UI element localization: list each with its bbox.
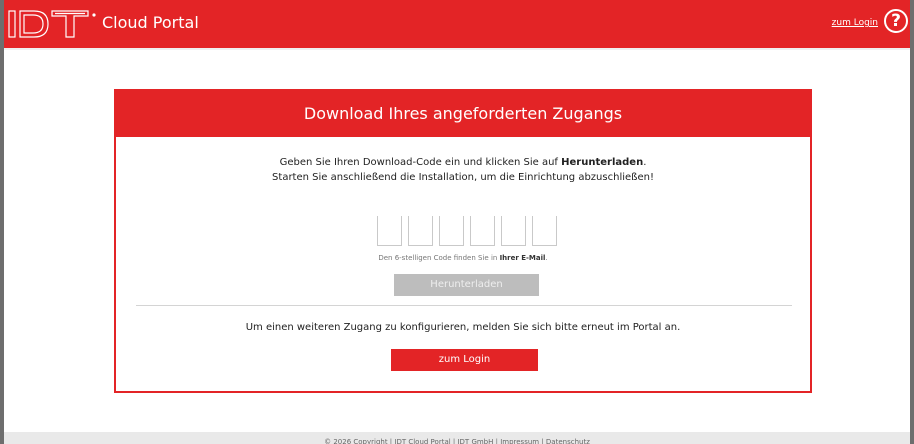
code-digit-2[interactable]	[408, 216, 433, 246]
window-frame-left	[0, 0, 4, 444]
login-button[interactable]: zum Login	[391, 349, 538, 371]
help-icon[interactable]: ?	[884, 9, 908, 33]
brand-title: Cloud Portal	[102, 13, 199, 32]
code-digit-1[interactable]	[377, 216, 402, 246]
code-hint-end: .	[545, 254, 548, 262]
download-code-input-group	[377, 216, 557, 248]
top-header: Cloud Portal zum Login ?	[4, 0, 910, 50]
code-digit-5[interactable]	[501, 216, 526, 246]
idt-logo	[8, 10, 96, 38]
code-hint: Den 6-stelligen Code finden Sie in Ihrer…	[116, 254, 810, 262]
intro-line1-bold: Herunterladen	[561, 157, 644, 168]
code-digit-4[interactable]	[470, 216, 495, 246]
intro-line2-text: Starten Sie anschließend die Installatio…	[272, 172, 654, 183]
intro-text: Geben Sie Ihren Download-Code ein und kl…	[116, 155, 810, 185]
divider	[136, 305, 792, 306]
config-text: Um einen weiteren Zugang zu konfiguriere…	[245, 322, 681, 333]
header-login-link[interactable]: zum Login	[832, 18, 878, 28]
code-hint-text: Den 6-stelligen Code finden Sie in	[378, 254, 500, 262]
download-panel: Download Ihres angeforderten Zugangs Geb…	[114, 89, 812, 393]
code-hint-bold: Ihrer E-Mail	[499, 254, 546, 262]
footer: © 2026 Copyright | IDT Cloud Portal | ID…	[4, 432, 910, 444]
window-frame-right	[910, 0, 914, 444]
intro-line1-end: .	[643, 157, 647, 168]
panel-title: Download Ihres angeforderten Zugangs	[116, 91, 810, 137]
code-digit-3[interactable]	[439, 216, 464, 246]
download-button[interactable]: Herunterladen	[394, 274, 539, 296]
intro-line1-text: Geben Sie Ihren Download-Code ein und kl…	[279, 157, 562, 168]
code-digit-6[interactable]	[532, 216, 557, 246]
